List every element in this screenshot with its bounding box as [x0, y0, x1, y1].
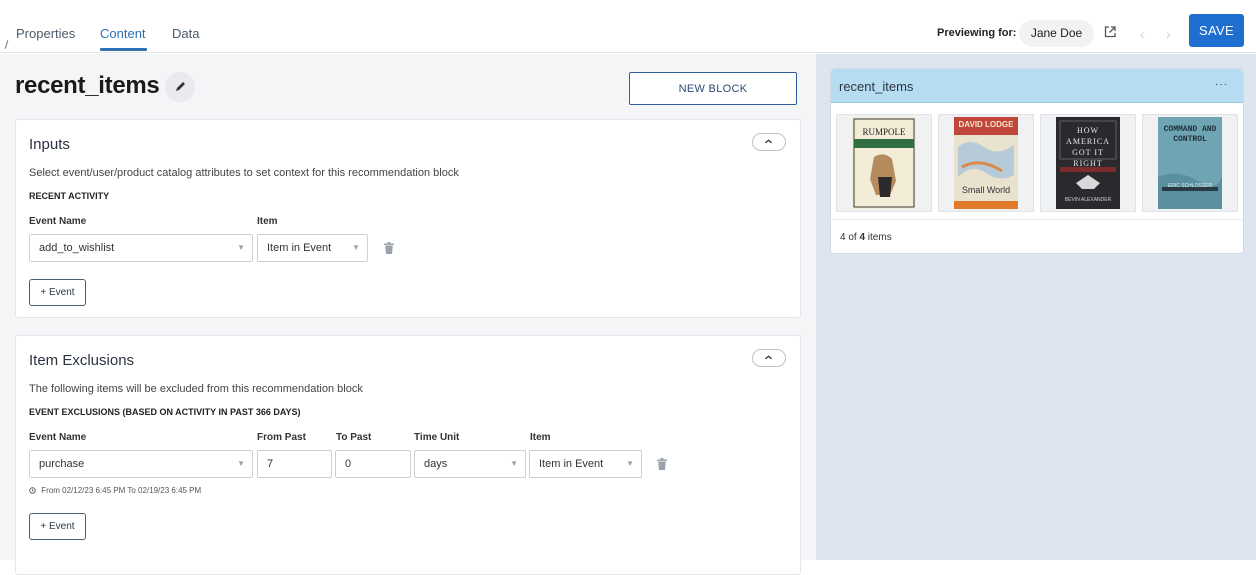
preview-user-selector[interactable]: Jane Doe: [1019, 20, 1094, 47]
trash-icon[interactable]: [657, 458, 667, 470]
to-past-column-header: To Past: [336, 432, 372, 443]
inputs-description: Select event/user/product catalog attrib…: [29, 167, 459, 179]
clock-icon: [29, 487, 36, 494]
page-title: recent_items: [15, 72, 160, 99]
count-separator: of: [845, 232, 860, 243]
save-button[interactable]: SAVE: [1189, 14, 1244, 47]
collapse-exclusions-button[interactable]: [752, 349, 786, 367]
exclusion-item-select[interactable]: Item in Event ▼: [529, 450, 642, 478]
chevron-left-icon[interactable]: ‹: [1140, 27, 1145, 41]
edit-title-button[interactable]: [165, 72, 195, 102]
from-past-value: 7: [267, 458, 274, 470]
trash-icon[interactable]: [384, 242, 394, 254]
caret-down-icon: ▼: [237, 243, 245, 252]
preview-header: recent_items ···: [831, 69, 1243, 103]
book-author: DAVID LODGE: [958, 120, 1014, 129]
recent-activity-heading: RECENT ACTIVITY: [29, 191, 110, 201]
from-past-column-header: From Past: [257, 432, 306, 443]
top-bar: Properties Content Data Previewing for: …: [0, 0, 1256, 53]
exclusions-description: The following items will be excluded fro…: [29, 383, 363, 395]
book-title: RUMPOLE: [862, 127, 906, 137]
book-author: BEVIN ALEXANDER: [1064, 197, 1112, 203]
to-past-value: 0: [345, 458, 352, 470]
time-unit-value: days: [424, 458, 448, 470]
more-options-icon[interactable]: ···: [1215, 79, 1228, 90]
preview-item-tile[interactable]: RUMPOLE: [836, 114, 932, 212]
item-exclusions-card: Item Exclusions The following items will…: [15, 335, 801, 575]
add-exclusion-event-button[interactable]: + Event: [29, 513, 86, 540]
preview-card: recent_items ··· RUMPOLE DAVID LODGE Sma…: [830, 68, 1244, 254]
time-unit-column-header: Time Unit: [414, 432, 460, 443]
new-block-button[interactable]: NEW BLOCK: [629, 72, 797, 105]
item-value: Item in Event: [267, 242, 332, 254]
tab-content[interactable]: Content: [100, 26, 146, 41]
add-event-button[interactable]: + Event: [29, 279, 86, 306]
preview-item-count: 4 of 4 items: [840, 232, 892, 243]
active-tab-indicator: [100, 48, 147, 51]
chevron-up-icon: [765, 355, 773, 360]
preview-item-tile[interactable]: COMMAND AND CONTROL ERIC SCHLOSSER: [1142, 114, 1238, 212]
collapse-inputs-button[interactable]: [752, 133, 786, 151]
preview-title: recent_items: [839, 79, 914, 94]
inputs-title: Inputs: [29, 136, 70, 153]
external-link-icon[interactable]: [1103, 25, 1117, 39]
exclusion-event-name-select[interactable]: purchase ▼: [29, 450, 253, 478]
event-name-select[interactable]: add_to_wishlist ▼: [29, 234, 253, 262]
inputs-card: Inputs Select event/user/product catalog…: [15, 119, 801, 318]
from-past-input[interactable]: 7: [257, 450, 332, 478]
caret-down-icon: ▼: [352, 243, 360, 252]
tab-data[interactable]: Data: [172, 26, 199, 41]
caret-down-icon: ▼: [510, 459, 518, 468]
caret-down-icon: ▼: [237, 459, 245, 468]
event-exclusions-heading: EVENT EXCLUSIONS (BASED ON ACTIVITY IN P…: [29, 407, 301, 417]
book-title: Small World: [961, 185, 1011, 195]
date-range-note: From 02/12/23 6:45 PM To 02/19/23 6:45 P…: [29, 486, 201, 495]
tab-properties[interactable]: Properties: [16, 26, 75, 41]
chevron-up-icon: [765, 139, 773, 144]
exclusion-item-value: Item in Event: [539, 458, 604, 470]
date-range-text: From 02/12/23 6:45 PM To 02/19/23 6:45 P…: [41, 486, 202, 495]
book-cover-image: [954, 117, 1018, 209]
previewing-label: Previewing for:: [937, 27, 1017, 39]
event-name-column-header: Event Name: [29, 432, 87, 443]
caret-down-icon: ▼: [626, 459, 634, 468]
item-select[interactable]: Item in Event ▼: [257, 234, 368, 262]
time-unit-select[interactable]: days ▼: [414, 450, 526, 478]
preview-item-tile[interactable]: HOW AMERICA GOT IT RIGHT BEVIN ALEXANDER: [1040, 114, 1136, 212]
count-suffix: items: [865, 232, 892, 243]
item-exclusions-title: Item Exclusions: [29, 352, 135, 369]
to-past-input[interactable]: 0: [335, 450, 411, 478]
pencil-icon: [176, 82, 185, 91]
preview-divider: [831, 219, 1243, 220]
exclusion-event-name-value: purchase: [39, 458, 85, 470]
chevron-right-icon[interactable]: ›: [1166, 27, 1171, 41]
resize-mark: [4, 40, 9, 49]
event-name-column-header: Event Name: [29, 216, 87, 227]
book-author: ERIC SCHLOSSER: [1167, 183, 1213, 189]
item-column-header: Item: [530, 432, 551, 443]
event-name-value: add_to_wishlist: [39, 242, 115, 254]
preview-item-tile[interactable]: DAVID LODGE Small World: [938, 114, 1034, 212]
book-title: COMMAND AND CONTROL: [1163, 125, 1217, 144]
book-title: HOW AMERICA GOT IT RIGHT: [1066, 126, 1110, 168]
item-column-header: Item: [257, 216, 278, 227]
